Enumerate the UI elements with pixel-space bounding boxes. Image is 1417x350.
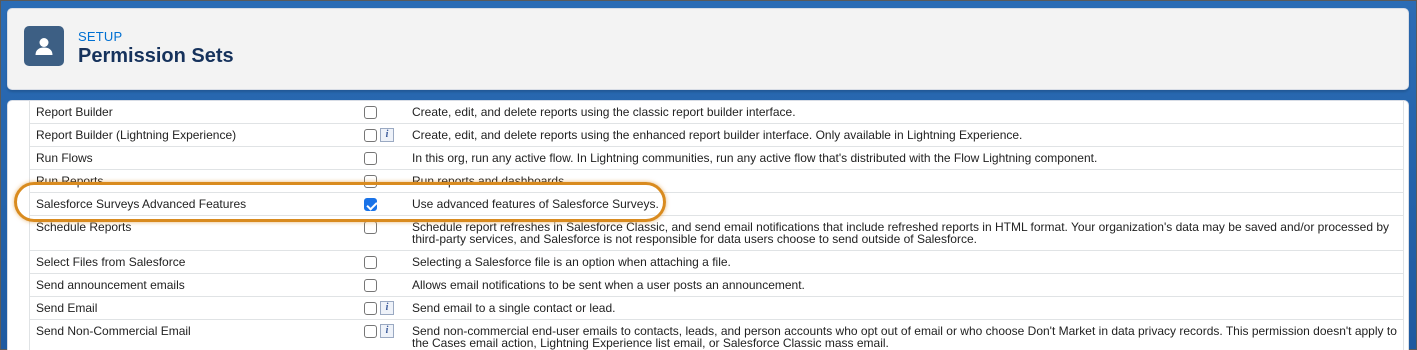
permission-enabled-cell (350, 193, 406, 215)
permission-row: Run Flows In this org, run any active flo… (30, 147, 1403, 170)
permission-description: Send email to a single contact or lead. (412, 301, 616, 315)
permissions-table: Report Builder Create, edit, and delete r… (29, 101, 1404, 350)
permission-description: Create, edit, and delete reports using t… (412, 128, 1023, 142)
permission-name: Salesforce Surveys Advanced Features (36, 197, 247, 211)
permission-description: In this org, run any active flow. In Lig… (412, 151, 1098, 165)
user-icon (24, 26, 64, 66)
info-icon[interactable]: i (380, 324, 394, 338)
permission-name: Run Flows (36, 151, 93, 165)
permission-checkbox[interactable] (364, 256, 377, 269)
permission-checkbox[interactable] (364, 279, 377, 292)
permission-checkbox[interactable] (364, 129, 377, 142)
permission-row: Send Non-Commercial Email i Send non-comme… (30, 320, 1403, 350)
page-header: SETUP Permission Sets (7, 8, 1409, 90)
permission-checkbox[interactable] (364, 302, 377, 315)
permission-description: Create, edit, and delete reports using t… (412, 105, 796, 119)
permission-row: Send announcement emails Allows email not… (30, 274, 1403, 297)
permission-checkbox[interactable] (364, 325, 377, 338)
permission-enabled-cell (350, 147, 406, 169)
permission-checkbox[interactable] (364, 175, 377, 188)
permission-enabled-cell: i (350, 124, 406, 146)
permission-row: Select Files from Salesforce Selecting a … (30, 251, 1403, 274)
permission-enabled-cell: i (350, 320, 406, 350)
permission-description: Selecting a Salesforce file is an option… (412, 255, 731, 269)
permission-description: Run reports and dashboards. (412, 174, 568, 188)
permission-enabled-cell (350, 101, 406, 123)
permission-description: Use advanced features of Salesforce Surv… (412, 197, 659, 211)
permission-name: Run Reports (36, 174, 104, 188)
permission-enabled-cell (350, 251, 406, 273)
permission-description: Schedule report refreshes in Salesforce … (412, 220, 1390, 246)
permission-enabled-cell: i (350, 297, 406, 319)
page-title: Permission Sets (78, 45, 234, 67)
permission-row: Send Email i Send email to a single contac… (30, 297, 1403, 320)
permission-checkbox[interactable] (364, 152, 377, 165)
permission-name: Send Non-Commercial Email (36, 324, 191, 338)
permission-name: Select Files from Salesforce (36, 255, 186, 269)
permission-checkbox[interactable] (364, 221, 377, 234)
permission-checkbox[interactable] (364, 106, 377, 119)
permission-row: Salesforce Surveys Advanced Features Use … (30, 193, 1403, 216)
permission-name: Send Email (36, 301, 98, 315)
permission-row: Report Builder Create, edit, and delete r… (30, 101, 1403, 124)
info-icon[interactable]: i (380, 301, 394, 315)
permission-name: Schedule Reports (36, 220, 132, 234)
permission-row: Run Reports Run reports and dashboards. (30, 170, 1403, 193)
permission-checkbox[interactable] (364, 198, 377, 211)
info-icon[interactable]: i (380, 128, 394, 142)
permission-description: Allows email notifications to be sent wh… (412, 278, 805, 292)
permission-row: Schedule Reports Schedule report refreshe… (30, 216, 1403, 251)
permission-enabled-cell (350, 216, 406, 250)
permission-enabled-cell (350, 170, 406, 192)
permission-name: Send announcement emails (36, 278, 185, 292)
permission-enabled-cell (350, 274, 406, 296)
permission-name: Report Builder (36, 105, 113, 119)
permission-row: Report Builder (Lightning Experience) i Cr… (30, 124, 1403, 147)
breadcrumb-setup[interactable]: SETUP (78, 29, 122, 44)
permissions-panel: Report Builder Create, edit, and delete r… (7, 100, 1409, 350)
permission-description: Send non-commercial end-user emails to c… (412, 324, 1397, 350)
permission-name: Report Builder (Lightning Experience) (36, 128, 237, 142)
